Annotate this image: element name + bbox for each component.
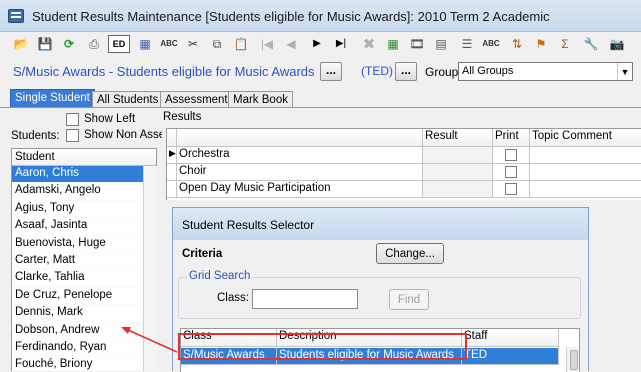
staff-code: (TED) (361, 64, 393, 78)
row-selector (167, 181, 177, 198)
tab-divider (0, 107, 641, 108)
results-col-result[interactable]: Result (423, 129, 493, 147)
change-button[interactable]: Change... (376, 243, 444, 264)
selector-row-staff[interactable]: TED (462, 348, 559, 365)
previous-icon[interactable]: ◀ (282, 35, 300, 53)
highlight-box (178, 333, 467, 360)
result-cell[interactable] (423, 147, 493, 164)
refresh-icon[interactable]: ⟳ (60, 35, 78, 53)
print-cell[interactable] (493, 147, 530, 164)
print-icon[interactable]: ⎙ (85, 35, 103, 53)
result-cell[interactable] (423, 181, 493, 198)
title-bar: Student Results Maintenance [Students el… (0, 0, 641, 32)
grid-search-label: Grid Search (187, 270, 253, 282)
cut-icon[interactable]: ✂ (184, 35, 202, 53)
list-item[interactable]: Clarke, Tahlia (12, 270, 156, 288)
camera-icon[interactable]: 📷 (608, 35, 626, 53)
list-item[interactable]: Adamski, Angelo (12, 183, 156, 201)
film-icon[interactable]: 🎞 (408, 35, 426, 53)
list-icon[interactable]: ☰ (458, 35, 476, 53)
table-row[interactable]: Open Day Music Participation (177, 181, 423, 198)
print-checkbox[interactable] (505, 149, 517, 161)
row-pointer-icon: ▶ (167, 147, 177, 164)
sort-icon[interactable]: ⇅ (508, 35, 526, 53)
print-checkbox[interactable] (505, 166, 517, 178)
student-list-scrollbar[interactable] (143, 166, 157, 371)
show-non-assessed-label: Show Non Asses (84, 129, 162, 141)
app-icon (8, 9, 24, 23)
tab-assessment[interactable]: Assessment (160, 91, 233, 108)
grid-icon[interactable]: ▦ (384, 35, 402, 53)
selector-scrollbar[interactable] (566, 347, 579, 372)
first-icon[interactable]: |◀ (258, 35, 276, 53)
row-selector (167, 164, 177, 181)
student-list[interactable]: Student Aaron, Chris Adamski, Angelo Agi… (11, 148, 157, 371)
print-checkbox[interactable] (505, 183, 517, 195)
results-col-print[interactable]: Print (493, 129, 530, 147)
tab-mark-book[interactable]: Mark Book (228, 91, 293, 108)
show-left-label: Show Left (84, 113, 136, 125)
results-col-name[interactable] (177, 129, 423, 147)
list-item[interactable]: De Cruz, Penelope (12, 288, 156, 306)
spellcheck-2-icon[interactable]: ABC (482, 35, 500, 53)
tab-single-student[interactable]: Single Student (10, 89, 95, 108)
group-select[interactable]: All Groups ▼ (458, 62, 633, 81)
class-search-input[interactable] (252, 289, 358, 309)
scrollbar-thumb[interactable] (569, 350, 578, 370)
delete-icon[interactable]: ✖ (360, 35, 378, 53)
list-item[interactable]: Buenovista, Huge (12, 236, 156, 253)
print-cell[interactable] (493, 181, 530, 198)
show-non-assessed-checkbox[interactable] (66, 129, 79, 142)
save-icon[interactable]: 💾 (36, 35, 54, 53)
spellcheck-icon[interactable]: ABC (160, 35, 178, 53)
result-cell[interactable] (423, 164, 493, 181)
comment-cell[interactable] (530, 181, 641, 198)
selector-col-staff[interactable]: Staff (462, 329, 559, 347)
staff-browse-button[interactable]: ... (395, 62, 417, 81)
list-item[interactable]: Dennis, Mark (12, 305, 156, 323)
context-browse-button[interactable]: ... (320, 62, 342, 81)
dialog-title: Student Results Selector (173, 208, 588, 240)
list-item[interactable]: Asaaf, Jasinta (12, 218, 156, 236)
grid-corner (167, 129, 177, 147)
table-row[interactable]: Choir (177, 164, 423, 181)
results-label: Results (163, 111, 202, 123)
results-col-topic-comment[interactable]: Topic Comment (530, 129, 641, 147)
comment-cell[interactable] (530, 147, 641, 164)
print-cell[interactable] (493, 164, 530, 181)
chevron-down-icon[interactable]: ▼ (617, 63, 632, 80)
context-title: S/Music Awards - Students eligible for M… (13, 64, 315, 79)
find-button[interactable]: Find (389, 289, 429, 310)
toolbar: 📂 💾 ⟳ ⎙ ED ▦ ABC ✂ ⧉ 📋 |◀ ◀ ▶ ▶| ✖ ▦ 🎞 ▤… (0, 32, 641, 56)
sigma-icon[interactable]: Σ (556, 35, 574, 53)
students-label: Students: (11, 130, 60, 142)
edit-icon[interactable]: ED (108, 35, 130, 53)
tab-all-students[interactable]: All Students (92, 91, 164, 108)
next-icon[interactable]: ▶ (308, 35, 326, 53)
show-left-checkbox[interactable] (66, 113, 79, 126)
class-label: Class: (217, 292, 249, 304)
flag-icon[interactable]: ⚑ (532, 35, 550, 53)
comment-cell[interactable] (530, 164, 641, 181)
last-icon[interactable]: ▶| (332, 35, 350, 53)
results-grid: Result Print Topic Comment ▶ Orchestra C… (166, 128, 641, 200)
list-item[interactable]: Fouché, Briony (12, 357, 156, 371)
tools-icon[interactable]: 🔧 (582, 35, 600, 53)
list-item[interactable]: Carter, Matt (12, 253, 156, 271)
window-title: Student Results Maintenance [Students el… (32, 9, 550, 24)
criteria-label: Criteria (182, 248, 223, 260)
student-column-header[interactable]: Student (12, 149, 156, 166)
table-row[interactable]: Orchestra (177, 147, 423, 164)
open-icon[interactable]: 📂 (12, 35, 30, 53)
calculator-icon[interactable]: ▦ (136, 35, 154, 53)
copy-icon[interactable]: ⧉ (208, 35, 226, 53)
list-item[interactable]: Aaron, Chris (12, 166, 156, 184)
list-item[interactable]: Agius, Tony (12, 201, 156, 219)
group-label: Group: (425, 65, 462, 79)
paste-icon[interactable]: 📋 (232, 35, 250, 53)
group-value: All Groups (462, 65, 514, 77)
list-item[interactable]: Ferdinando, Ryan (12, 340, 156, 358)
calendar-icon[interactable]: ▤ (432, 35, 450, 53)
list-item[interactable]: Dobson, Andrew (12, 323, 156, 340)
